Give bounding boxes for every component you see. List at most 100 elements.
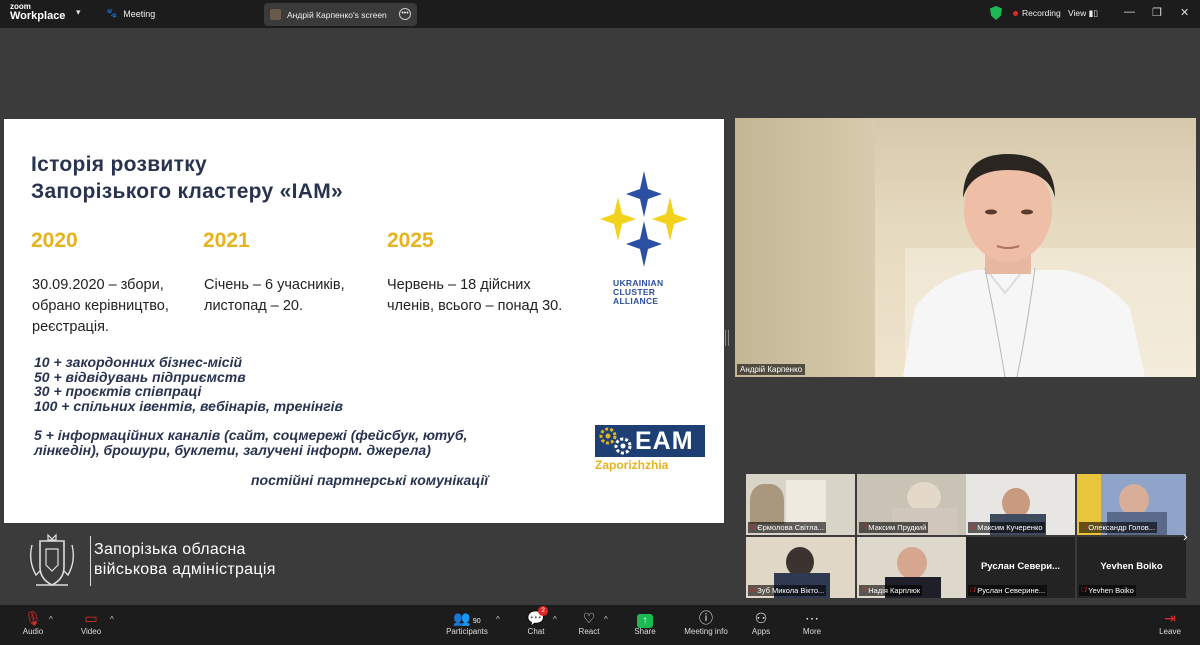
participant-name: 🎙̸ Руслан Северине... (968, 585, 1048, 596)
avatar (270, 9, 281, 20)
more-options-icon[interactable]: ••• (399, 8, 411, 20)
stat-item: 30 + проєктів співпраці (34, 383, 202, 399)
participant-name: 🎙̸ Єрмолова Світла... (748, 522, 826, 533)
gallery-next-arrow-icon[interactable]: › (1183, 528, 1188, 544)
chat-icon: 💬 2 (524, 606, 548, 627)
participant-tile[interactable]: 🎙̸ Єрмолова Світла... (746, 474, 855, 535)
close-icon[interactable]: ✕ (1180, 6, 1189, 19)
mic-muted-icon: 🎙̸ (1081, 524, 1087, 531)
slide-title-line2: Запорізького кластеру «IAM» (31, 180, 343, 203)
record-dot-icon (1013, 10, 1018, 16)
year-2021-text: Січень – 6 учасників, листопад – 20. (204, 275, 345, 317)
participant-name-text: Зуб Микола Вікто... (757, 586, 825, 595)
year-2021: 2021 (203, 229, 250, 252)
participant-tile[interactable]: 🎙̸ Максим Прудкий (857, 474, 966, 535)
mic-muted-icon: 🎙̸ (1081, 587, 1087, 594)
partner-text: постійні партнерські комунікації (251, 472, 489, 488)
chat-options-caret-icon[interactable]: ^ (553, 615, 557, 624)
participants-label: Participants (446, 627, 488, 636)
chevron-down-icon[interactable]: ▾ (76, 7, 81, 18)
participants-count: 90 (472, 618, 481, 625)
view-label: View (1068, 8, 1087, 18)
uca-logo-text: UKRAINIAN CLUSTER ALLIANCE (613, 279, 663, 306)
organization-line2: військова адміністрація (94, 561, 276, 578)
channels-line: лінкедін), брошури, буклети, залучені ін… (34, 442, 431, 458)
react-options-caret-icon[interactable]: ^ (604, 615, 608, 624)
mic-muted-icon: 🎙 (24, 610, 42, 626)
eam-logo-text: EAM (635, 427, 694, 455)
share-button[interactable]: ↑ Share (633, 609, 657, 636)
participant-name-text: Максим Прудкий (868, 523, 927, 532)
stat-item: 50 + відвідувань підприємств (34, 368, 246, 385)
info-icon: ⓘ (699, 610, 713, 626)
mic-muted-icon: 🎙̸ (970, 587, 976, 594)
audio-label: Audio (22, 627, 44, 636)
mic-muted-icon: 🎙̸ (861, 524, 867, 531)
recording-indicator[interactable]: Recording (1013, 8, 1061, 18)
minimize-icon[interactable]: — (1124, 6, 1135, 18)
react-button[interactable]: ♡ React (577, 609, 601, 636)
participant-name: 🎙̸ Максим Прудкий (859, 522, 929, 533)
participant-name-text: Yevhen Boiko (1088, 586, 1134, 595)
participants-icon: 👥 90 (453, 610, 481, 626)
year-2020-text: 30.09.2020 – збори, обрано керівництво, … (32, 275, 169, 338)
uca-logo-line: ALLIANCE (613, 296, 659, 306)
participant-display-name: Руслан Севери... (980, 561, 1061, 572)
zoom-logo: zoom Workplace (10, 3, 65, 22)
participant-tile[interactable]: 🎙̸ Надія Карплюк (857, 537, 966, 598)
split-resize-handle[interactable] (725, 330, 729, 346)
audio-options-caret-icon[interactable]: ^ (49, 615, 53, 624)
recording-label: Recording (1022, 8, 1061, 18)
year-text-line: Січень – 6 учасників, (204, 277, 345, 293)
view-button[interactable]: View ▮▯ (1068, 8, 1098, 19)
more-label: More (802, 627, 822, 636)
restore-icon[interactable]: ❐ (1152, 6, 1162, 19)
shared-slide: Історія розвитку Запорізького кластеру «… (4, 119, 724, 523)
participant-tile[interactable]: 🎙̸ Максим Кучеренко (966, 474, 1075, 535)
meeting-menu[interactable]: 🐾 Meeting (106, 8, 155, 19)
participant-name-text: Єрмолова Світла... (757, 523, 824, 532)
coat-of-arms-icon (29, 533, 75, 586)
eam-logo-box: EAM (595, 425, 705, 457)
ukrainian-cluster-alliance-stars-logo (600, 171, 688, 267)
share-icon: ↑ (633, 609, 657, 628)
stat-item: 100 + спільних івентів, вебінарів, трені… (34, 397, 344, 414)
participant-tile[interactable]: Yevhen Boiko 🎙̸ Yevhen Boiko (1077, 537, 1186, 598)
apps-label: Apps (751, 627, 771, 636)
meeting-label: Meeting (123, 8, 156, 19)
participants-button[interactable]: 👥 90 Participants (446, 609, 488, 636)
participant-tile[interactable]: Руслан Севери... 🎙̸ Руслан Северине... (966, 537, 1075, 598)
participant-name-text: Максим Кучеренко (977, 523, 1043, 532)
apps-icon: ⚇ (754, 610, 768, 626)
video-button[interactable]: ▭ Video (78, 609, 104, 636)
organization-name: Запорізька обласна військова адміністрац… (94, 540, 276, 580)
screen-share-tab[interactable]: Андрій Карпенко's screen ••• (264, 3, 417, 26)
mic-muted-icon: 🎙̸ (861, 587, 867, 594)
more-button[interactable]: ⋯ More (801, 609, 823, 636)
security-shield-icon[interactable] (990, 6, 1002, 20)
stats-list: 10 + закордонних бізнес-місій 50 + відві… (34, 355, 343, 413)
meeting-toolbar: 🎙 Audio ^ ▭ Video ^ 👥 90 Participants ^ 💬… (0, 605, 1200, 645)
chat-button[interactable]: 💬 2 Chat (524, 606, 548, 636)
participants-options-caret-icon[interactable]: ^ (496, 615, 500, 624)
channels-line: 5 + інформаційних каналів (сайт, соцмере… (34, 427, 468, 443)
audio-button[interactable]: 🎙 Audio (20, 609, 46, 636)
meeting-info-button[interactable]: ⓘ Meeting info (683, 609, 729, 636)
apps-button[interactable]: ⚇ Apps (750, 609, 772, 636)
participant-name: 🎙̸ Олександр Голов... (1079, 522, 1158, 533)
year-text-line: членів, всього – понад 30. (387, 298, 563, 314)
video-options-caret-icon[interactable]: ^ (110, 615, 114, 624)
stat-item: 10 + закордонних бізнес-місій (34, 354, 243, 370)
active-speaker-video[interactable]: Андрій Карпенко (735, 118, 1196, 377)
participant-name: 🎙̸ Зуб Микола Вікто... (748, 585, 827, 596)
person-silhouette (897, 547, 927, 579)
video-off-icon: ▭ (84, 610, 98, 626)
leave-button[interactable]: ⇥ Leave (1158, 609, 1182, 636)
participant-tile[interactable]: 🎙̸ Зуб Микола Вікто... (746, 537, 855, 598)
slide-title-line1: Історія розвитку (31, 153, 208, 176)
video-label: Video (80, 627, 102, 636)
share-label: Share (634, 627, 656, 636)
speaker-figure (903, 154, 1145, 377)
participant-tile[interactable]: 🎙̸ Олександр Голов... (1077, 474, 1186, 535)
participant-name-text: Надія Карплюк (868, 586, 921, 595)
